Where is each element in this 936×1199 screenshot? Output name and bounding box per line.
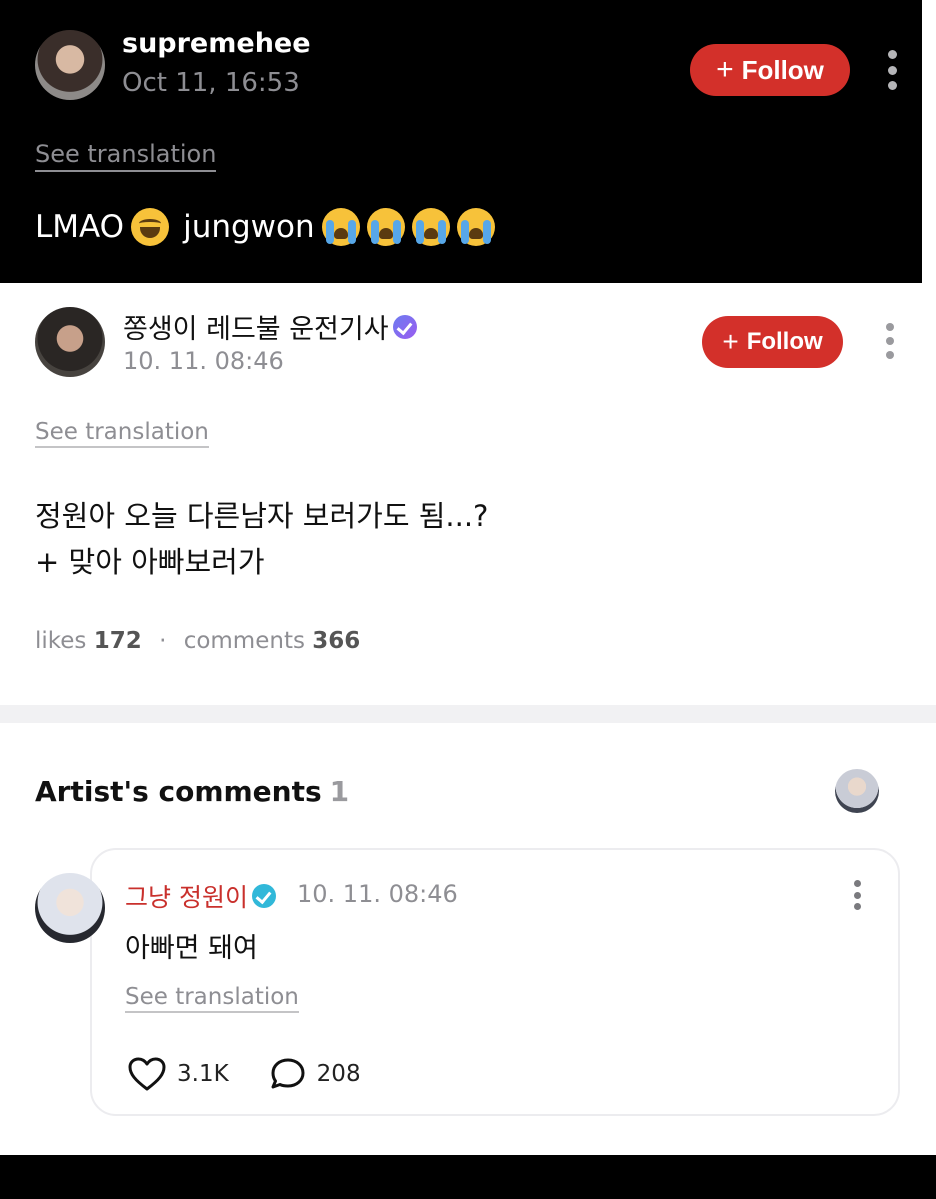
artist-avatar[interactable] bbox=[835, 769, 879, 813]
post-text-part: jungwon bbox=[183, 209, 315, 245]
verified-check-icon bbox=[251, 884, 276, 908]
section-divider bbox=[0, 705, 936, 723]
follow-button[interactable]: + Follow bbox=[690, 44, 850, 96]
username-text: 그냥 정원이 bbox=[125, 883, 248, 912]
comment-card: 그냥 정원이 10. 11. 08:46 아빠면 돼여 See translat… bbox=[90, 848, 900, 1116]
kebab-vertical-icon[interactable] bbox=[884, 50, 900, 90]
comments-count[interactable]: 366 bbox=[312, 628, 360, 654]
comment-count: 1 bbox=[329, 775, 350, 808]
plus-icon: + bbox=[722, 326, 739, 357]
post-date: Oct 11, 16:53 bbox=[122, 68, 300, 98]
section-title-text: Artist's comments bbox=[35, 775, 322, 808]
comment-username[interactable]: 그냥 정원이 bbox=[125, 878, 276, 914]
post-body-line: + 맞아 아빠보러가 bbox=[35, 545, 265, 579]
kebab-vertical-icon[interactable] bbox=[882, 323, 898, 359]
bottom-bar bbox=[0, 1155, 936, 1199]
main-post: 쫑생이 레드불 운전기사 10. 11. 08:46 + Follow See … bbox=[0, 283, 936, 705]
crying-emoji-icon bbox=[321, 208, 360, 246]
like-button[interactable]: 3.1K bbox=[127, 1056, 229, 1092]
post-body: 정원아 오늘 다른남자 보러가도 됨...? + 맞아 아빠보러가 bbox=[35, 493, 488, 585]
kebab-vertical-icon[interactable] bbox=[850, 880, 864, 910]
post-username[interactable]: 쫑생이 레드불 운전기사 bbox=[123, 307, 417, 346]
heart-outline-icon bbox=[128, 1057, 166, 1091]
likes-count: 172 bbox=[93, 628, 142, 654]
edge-strip bbox=[922, 0, 936, 283]
commenter-avatar[interactable] bbox=[35, 873, 105, 943]
speech-bubble-icon bbox=[271, 1058, 305, 1089]
see-translation-link[interactable]: See translation bbox=[35, 140, 217, 172]
avatar[interactable] bbox=[35, 30, 105, 100]
post-body-line: 정원아 오늘 다른남자 보러가도 됨...? bbox=[35, 499, 489, 533]
follow-label: Follow bbox=[746, 328, 823, 355]
section-title: Artist's comments 1 bbox=[35, 775, 349, 808]
crying-emoji-icon bbox=[456, 208, 495, 246]
reply-button[interactable]: 208 bbox=[269, 1056, 361, 1092]
reply-count: 208 bbox=[316, 1061, 361, 1087]
follow-button[interactable]: + Follow bbox=[702, 316, 843, 368]
comments-label[interactable]: comments bbox=[184, 628, 305, 654]
follow-label: Follow bbox=[741, 54, 824, 85]
stats-separator: · bbox=[159, 628, 167, 654]
avatar[interactable] bbox=[35, 307, 105, 377]
comment-date: 10. 11. 08:46 bbox=[297, 880, 458, 908]
post-date: 10. 11. 08:46 bbox=[123, 347, 284, 375]
post-body: LMAO jungwon bbox=[35, 208, 495, 246]
plus-icon: + bbox=[716, 53, 734, 86]
laughing-emoji-icon bbox=[131, 208, 170, 246]
likes-label: likes bbox=[35, 628, 87, 654]
crying-emoji-icon bbox=[411, 208, 450, 246]
see-translation-link[interactable]: See translation bbox=[125, 984, 299, 1013]
comment-actions: 3.1K 208 bbox=[127, 1056, 401, 1092]
username-text: 쫑생이 레드불 운전기사 bbox=[123, 314, 389, 345]
like-count: 3.1K bbox=[177, 1061, 229, 1087]
post-text-part: LMAO bbox=[35, 209, 125, 245]
see-translation-link[interactable]: See translation bbox=[35, 419, 209, 448]
post-stats: likes 172 · comments 366 bbox=[35, 628, 360, 654]
comment-body: 아빠면 돼여 bbox=[125, 933, 258, 964]
top-post: supremehee Oct 11, 16:53 + Follow See tr… bbox=[0, 0, 922, 283]
post-username[interactable]: supremehee bbox=[122, 28, 311, 59]
verified-check-icon bbox=[392, 314, 417, 339]
crying-emoji-icon bbox=[366, 208, 405, 246]
artist-comments-section: Artist's comments 1 그냥 정원이 10. 11. 08:46 … bbox=[0, 723, 936, 1155]
